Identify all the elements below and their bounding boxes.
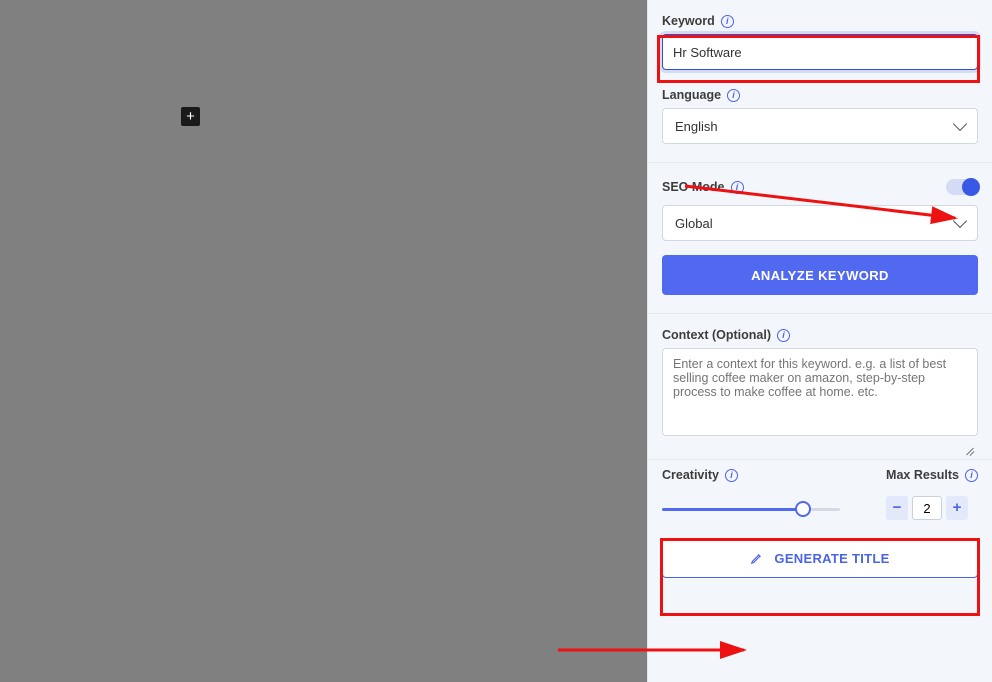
seo-mode-label-text: SEO Mode [662, 180, 725, 194]
decrement-button[interactable]: − [886, 496, 908, 520]
creativity-label: Creativity i [662, 468, 840, 482]
context-textarea[interactable] [662, 348, 978, 436]
creativity-group: Creativity i [662, 468, 840, 522]
keyword-label-text: Keyword [662, 14, 715, 28]
info-icon[interactable]: i [731, 181, 744, 194]
creativity-slider[interactable] [662, 502, 840, 522]
max-results-stepper: − + [886, 496, 978, 520]
generate-title-label: GENERATE TITLE [774, 551, 889, 566]
info-icon[interactable]: i [721, 15, 734, 28]
context-label-text: Context (Optional) [662, 328, 771, 342]
info-icon[interactable]: i [965, 469, 978, 482]
add-block-button[interactable]: + [181, 107, 200, 126]
seo-scope-selected-value: Global [675, 216, 713, 231]
info-icon[interactable]: i [727, 89, 740, 102]
language-label-text: Language [662, 88, 721, 102]
context-label: Context (Optional) i [662, 328, 978, 342]
seo-mode-label: SEO Mode i [662, 180, 744, 194]
seo-mode-toggle[interactable] [946, 179, 978, 195]
increment-button[interactable]: + [946, 496, 968, 520]
max-results-label-text: Max Results [886, 468, 959, 482]
chevron-down-icon [953, 117, 967, 131]
seo-mode-section: SEO Mode i Global ANALYZE KEYWORD [648, 163, 992, 314]
generate-title-button[interactable]: GENERATE TITLE [662, 538, 978, 578]
analyze-keyword-button[interactable]: ANALYZE KEYWORD [662, 255, 978, 295]
resize-handle-icon[interactable] [965, 445, 975, 455]
slider-thumb[interactable] [795, 501, 811, 517]
max-results-group: Max Results i − + [886, 468, 978, 520]
toggle-knob [962, 178, 980, 196]
pencil-icon [750, 551, 764, 565]
seo-scope-select[interactable]: Global [662, 205, 978, 241]
info-icon[interactable]: i [777, 329, 790, 342]
editor-canvas: + [0, 0, 647, 682]
creativity-label-text: Creativity [662, 468, 719, 482]
generate-section: Creativity i Max Results i − + [648, 460, 992, 596]
language-label: Language i [662, 88, 978, 102]
keyword-input[interactable] [662, 34, 978, 70]
keyword-section: Keyword i Language i English [648, 0, 992, 163]
keyword-label: Keyword i [662, 14, 978, 28]
chevron-down-icon [953, 214, 967, 228]
language-selected-value: English [675, 119, 718, 134]
language-select[interactable]: English [662, 108, 978, 144]
info-icon[interactable]: i [725, 469, 738, 482]
context-section: Context (Optional) i [648, 314, 992, 460]
slider-fill [662, 508, 803, 511]
settings-panel: Keyword i Language i English SEO Mode i … [647, 0, 992, 682]
max-results-label: Max Results i [886, 468, 978, 482]
max-results-input[interactable] [912, 496, 942, 520]
